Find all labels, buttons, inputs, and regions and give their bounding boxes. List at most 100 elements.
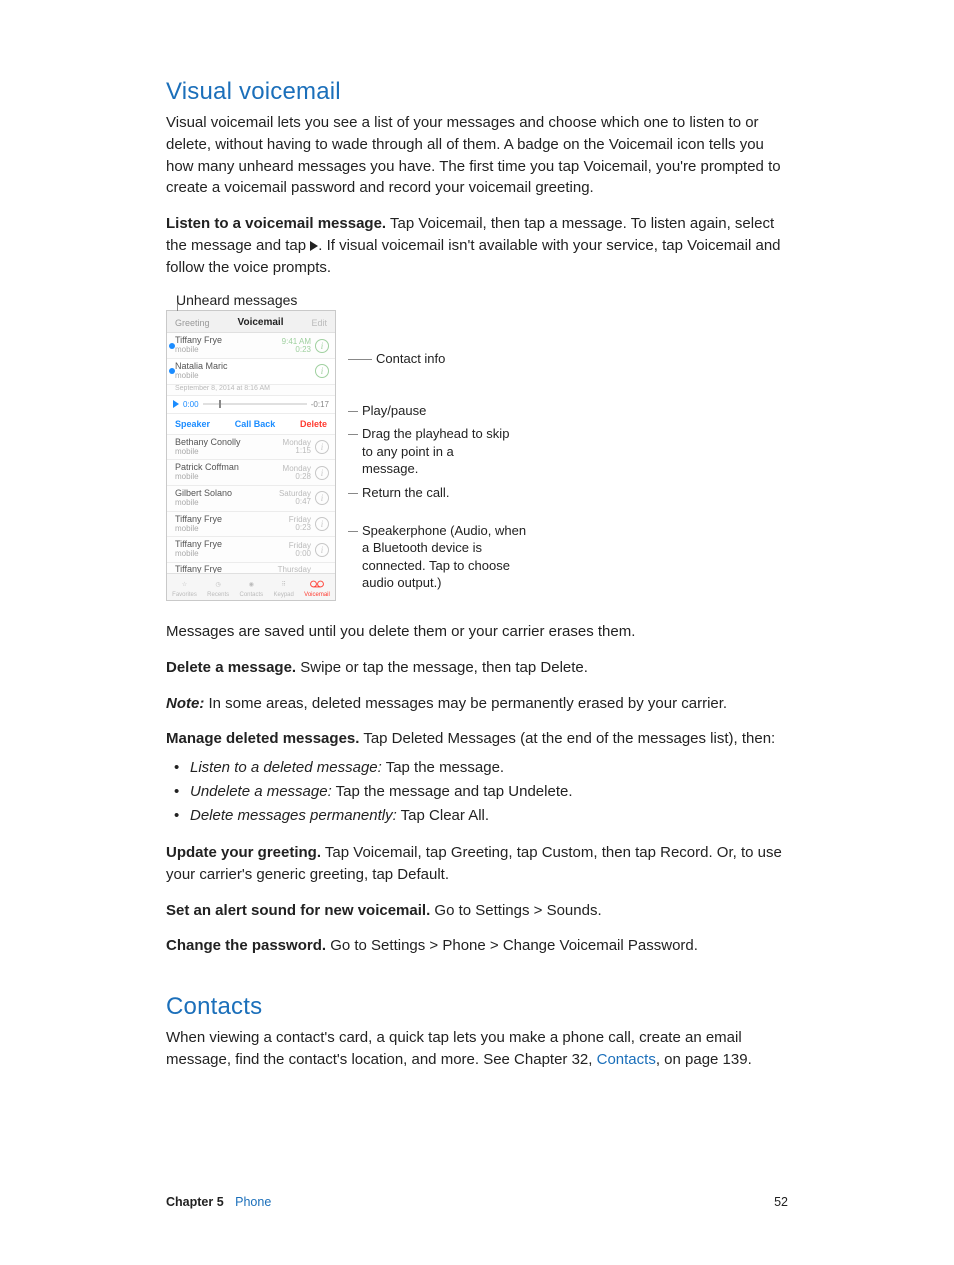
playback-actions: Speaker Call Back Delete xyxy=(167,414,335,435)
vm-name: Natalia Maric xyxy=(175,361,228,371)
vm-sub: mobile xyxy=(175,448,241,457)
voicemail-row[interactable]: Gilbert Solanomobile Saturday0:47i xyxy=(167,486,335,512)
vm-sub: mobile xyxy=(175,372,228,381)
info-icon[interactable]: i xyxy=(315,339,329,353)
phone-tabbar: ☆Favorites ◷Recents ◉Contacts ⠿Keypad Vo… xyxy=(167,573,335,600)
tab-label: Recents xyxy=(207,592,229,598)
footer-chapter: Chapter 5 xyxy=(166,1195,224,1209)
vm-sub: mobile xyxy=(175,473,239,482)
voicemail-row-selected[interactable]: Natalia Maricmobile i xyxy=(167,359,335,385)
contact-icon: ◉ xyxy=(244,577,258,591)
greeting-button[interactable]: Greeting xyxy=(175,318,210,328)
info-icon[interactable]: i xyxy=(315,440,329,454)
pwd-rest: Go to Settings > Phone > Change Voicemai… xyxy=(326,937,698,954)
info-icon[interactable]: i xyxy=(315,364,329,378)
vm-sub: mobile xyxy=(175,499,232,508)
delete-button[interactable]: Delete xyxy=(300,419,327,429)
header-title: Voicemail xyxy=(238,317,284,328)
info-icon[interactable]: i xyxy=(315,543,329,557)
tab-favorites[interactable]: ☆Favorites xyxy=(172,577,197,598)
tab-label: Contacts xyxy=(239,592,263,598)
voicemail-row[interactable]: Patrick Coffmanmobile Monday0:28i xyxy=(167,460,335,486)
pwd-bold: Change the password. xyxy=(166,937,326,954)
vm-sub: mobile xyxy=(175,346,222,355)
page-footer: Chapter 5 Phone 52 xyxy=(166,1195,788,1209)
callout-speakerphone: Speakerphone (Audio, when a Bluetooth de… xyxy=(362,522,532,592)
manage-bullets: Listen to a deleted message: Tap the mes… xyxy=(172,756,788,828)
manage-bold: Manage deleted messages. xyxy=(166,730,359,747)
note-rest: In some areas, deleted messages may be p… xyxy=(209,695,728,712)
vm-name: Gilbert Solano xyxy=(175,488,232,498)
vm-name: Tiffany Frye xyxy=(175,539,222,549)
figure-caption-unheard: Unheard messages xyxy=(176,292,788,308)
info-icon[interactable]: i xyxy=(315,517,329,531)
speaker-button[interactable]: Speaker xyxy=(175,419,210,429)
change-password-paragraph: Change the password. Go to Settings > Ph… xyxy=(166,935,788,957)
clock-icon: ◷ xyxy=(211,577,225,591)
saved-paragraph: Messages are saved until you delete them… xyxy=(166,621,788,643)
scrub-time-end: -0:17 xyxy=(311,400,329,409)
tab-voicemail[interactable]: Voicemail xyxy=(304,577,330,598)
scrubber[interactable]: 0:00 -0:17 xyxy=(167,396,335,414)
note-label: Note: xyxy=(166,695,209,712)
manage-rest: Tap Deleted Messages (at the end of the … xyxy=(359,730,775,747)
vm-date: September 8, 2014 at 8:16 AM xyxy=(167,385,335,396)
intro-paragraph: Visual voicemail lets you see a list of … xyxy=(166,112,788,199)
keypad-icon: ⠿ xyxy=(277,577,291,591)
tab-recents[interactable]: ◷Recents xyxy=(207,577,229,598)
vm-name: Tiffany Frye xyxy=(175,335,222,345)
delete-bold: Delete a message. xyxy=(166,659,296,676)
update-greeting-paragraph: Update your greeting. Tap Voicemail, tap… xyxy=(166,842,788,886)
scrub-time-start: 0:00 xyxy=(183,400,199,409)
tab-label: Keypad xyxy=(273,592,293,598)
callback-button[interactable]: Call Back xyxy=(235,419,276,429)
alert-sound-paragraph: Set an alert sound for new voicemail. Go… xyxy=(166,900,788,922)
tab-contacts[interactable]: ◉Contacts xyxy=(239,577,263,598)
update-bold: Update your greeting. xyxy=(166,844,321,861)
delete-rest: Swipe or tap the message, then tap Delet… xyxy=(296,659,588,676)
list-item: Undelete a message: Tap the message and … xyxy=(172,780,788,804)
unheard-dot-icon xyxy=(169,368,175,374)
vm-name: Patrick Coffman xyxy=(175,462,239,472)
vm-sub: mobile xyxy=(175,550,222,559)
contacts-link[interactable]: Contacts xyxy=(597,1051,656,1068)
voicemail-row[interactable]: Tiffany Frye Thursdayi xyxy=(167,563,335,573)
vm-ts2: 0:47 xyxy=(295,497,311,506)
vm-ts2: 0:28 xyxy=(295,472,311,481)
info-icon[interactable]: i xyxy=(315,491,329,505)
list-item: Delete messages permanently: Tap Clear A… xyxy=(172,804,788,828)
play-pause-icon[interactable] xyxy=(173,400,179,408)
tab-label: Voicemail xyxy=(304,592,330,598)
vm-name: Tiffany Frye xyxy=(175,514,222,524)
star-icon: ☆ xyxy=(178,577,192,591)
tab-keypad[interactable]: ⠿Keypad xyxy=(273,577,293,598)
vm-ts2: 1:15 xyxy=(295,446,311,455)
scrub-track[interactable] xyxy=(203,403,307,405)
delete-paragraph: Delete a message. Swipe or tap the messa… xyxy=(166,657,788,679)
note-paragraph: Note: In some areas, deleted messages ma… xyxy=(166,693,788,715)
list-item: Listen to a deleted message: Tap the mes… xyxy=(172,756,788,780)
voicemail-row[interactable]: Tiffany Fryemobile Friday0:23i xyxy=(167,512,335,538)
contacts-paragraph: When viewing a contact's card, a quick t… xyxy=(166,1027,788,1071)
manage-paragraph: Manage deleted messages. Tap Deleted Mes… xyxy=(166,728,788,750)
callout-drag-playhead: Drag the playhead to skip to any point i… xyxy=(362,425,512,478)
callout-play-pause: Play/pause xyxy=(362,402,426,420)
footer-page-number: 52 xyxy=(774,1195,788,1209)
phone-mock: Greeting Voicemail Edit Tiffany Fryemobi… xyxy=(166,310,336,601)
voicemail-icon xyxy=(310,577,324,591)
bullet-em: Listen to a deleted message: xyxy=(190,759,382,776)
voicemail-row[interactable]: Tiffany Fryemobile 9:41 AM0:23 i xyxy=(167,333,335,359)
edit-button[interactable]: Edit xyxy=(311,318,327,328)
bullet-em: Delete messages permanently: xyxy=(190,807,397,824)
figure-callouts: Contact info Play/pause Drag the playhea… xyxy=(348,310,532,591)
callout-return-call: Return the call. xyxy=(362,484,449,502)
voicemail-row[interactable]: Bethany Conollymobile Monday1:15i xyxy=(167,435,335,461)
bullet-em: Undelete a message: xyxy=(190,783,332,800)
info-icon[interactable]: i xyxy=(315,466,329,480)
footer-chapter-name: Phone xyxy=(235,1195,271,1209)
voicemail-row[interactable]: Tiffany Fryemobile Friday0:00i xyxy=(167,537,335,563)
voicemail-figure: Unheard messages Greeting Voicemail Edit… xyxy=(166,292,788,601)
voicemail-header: Greeting Voicemail Edit xyxy=(167,311,335,333)
section-heading-visual-voicemail: Visual voicemail xyxy=(166,78,788,106)
listen-bold: Listen to a voicemail message. xyxy=(166,215,386,232)
